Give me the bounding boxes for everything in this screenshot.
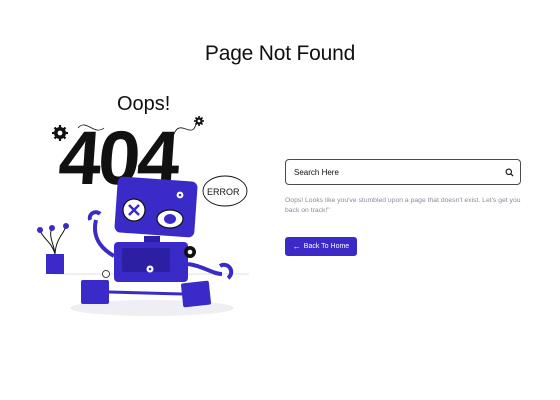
page-title: Page Not Found: [204, 42, 356, 65]
robot-hand-right: [218, 262, 234, 280]
arrow-left-icon: ←: [292, 241, 301, 251]
oops-text: Oops!: [117, 93, 170, 115]
robot-404-illustration: Oops! 404 ERROR: [37, 93, 249, 316]
robot-arm-right: [187, 262, 223, 276]
back-to-home-button[interactable]: ← Back To Home: [285, 237, 357, 256]
robot-ear: [87, 210, 102, 221]
search-icon[interactable]: [498, 160, 520, 184]
error-label: ERROR: [207, 187, 240, 197]
error-message: Oops! Looks like you've stumbled upon a …: [285, 197, 521, 214]
back-to-home-label: Back To Home: [303, 243, 350, 250]
gear-icon: [146, 265, 154, 273]
gear-icon: [176, 191, 184, 199]
gear-icon: [102, 270, 110, 278]
robot-leg-left: [81, 280, 109, 304]
plant-pot: [46, 254, 64, 274]
search-input[interactable]: [286, 160, 498, 184]
gear-icon: [184, 246, 196, 258]
robot-arm-left: [93, 219, 116, 258]
search-box[interactable]: [285, 159, 521, 185]
robot-leg-right: [181, 280, 211, 308]
